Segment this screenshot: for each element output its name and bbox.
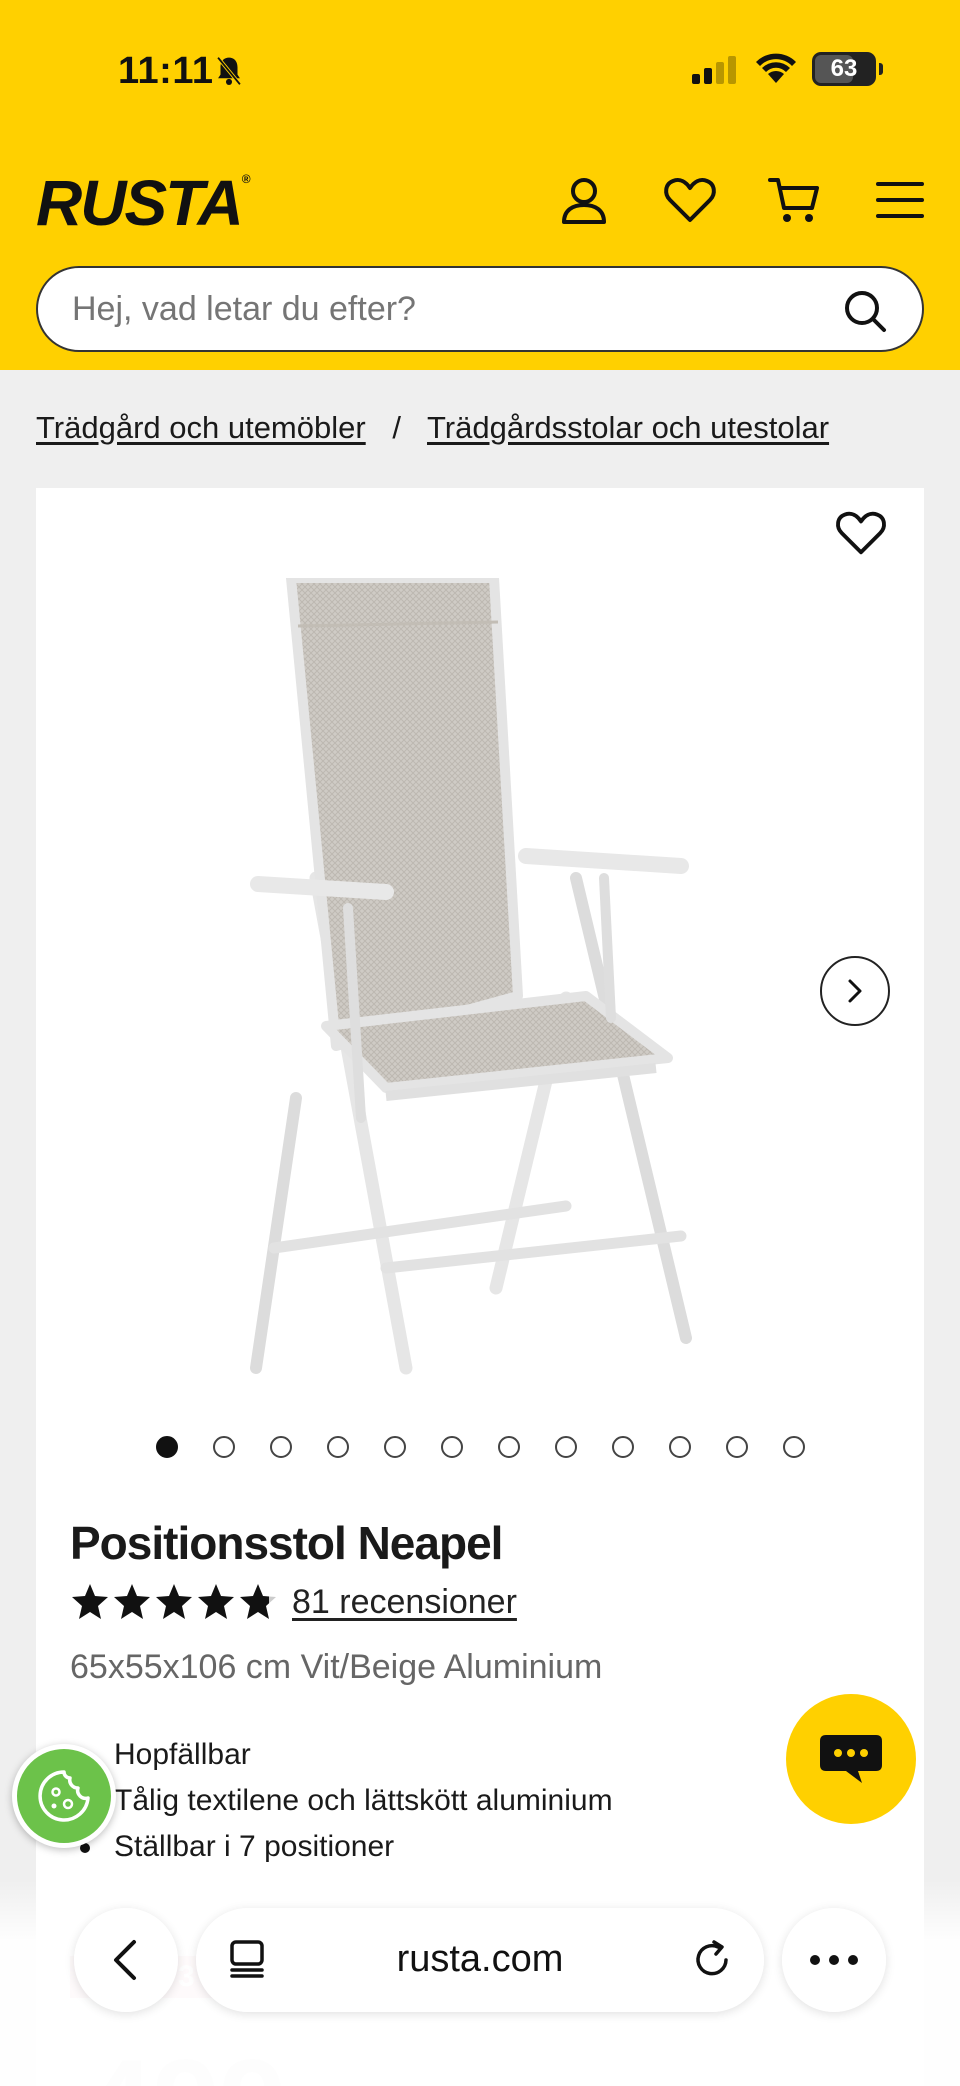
status-indicators: 63 [692, 52, 883, 86]
browser-back-button[interactable] [74, 1908, 178, 2012]
reload-icon[interactable] [690, 1938, 734, 1982]
address-bar[interactable]: rusta.com [196, 1908, 764, 2012]
rusta-logo[interactable]: RUSTA® [36, 166, 250, 240]
carousel-dot[interactable] [726, 1436, 748, 1458]
search-input[interactable] [72, 286, 832, 332]
image-carousel-dots [156, 1436, 805, 1458]
star-icon [156, 1584, 192, 1619]
cookie-icon [38, 1770, 90, 1822]
star-icon [240, 1584, 276, 1619]
breadcrumb: Trädgård och utemöbler / Trädgårdsstolar… [36, 410, 829, 446]
star-icon [198, 1584, 234, 1619]
reviews-link[interactable]: 81 recensioner [292, 1583, 517, 1622]
search-bar[interactable] [36, 266, 924, 352]
next-image-button[interactable] [820, 956, 890, 1026]
feature-item: Tålig textilene och lättskött aluminium [80, 1778, 613, 1824]
wifi-icon [756, 53, 796, 83]
account-icon[interactable] [556, 172, 612, 228]
chat-bubble-icon [820, 1735, 882, 1783]
battery-icon: 63 [812, 52, 883, 86]
wishlist-heart-icon[interactable] [662, 172, 718, 228]
feature-item: Ställbar i 7 positioner [80, 1824, 613, 1870]
carousel-dot[interactable] [441, 1436, 463, 1458]
carousel-dot[interactable] [384, 1436, 406, 1458]
star-icon [114, 1584, 150, 1619]
url-text: rusta.com [396, 1938, 564, 1980]
carousel-dot[interactable] [612, 1436, 634, 1458]
breadcrumb-link-garden-chairs[interactable]: Trädgårdsstolar och utestolar [427, 410, 829, 445]
product-subtitle: 65x55x106 cm Vit/Beige Aluminium [70, 1648, 603, 1686]
add-to-wishlist-heart-icon[interactable] [834, 506, 888, 560]
cart-icon[interactable] [766, 172, 822, 228]
carousel-dot[interactable] [327, 1436, 349, 1458]
chat-button[interactable] [786, 1694, 916, 1824]
star-icon [72, 1584, 108, 1619]
mute-bell-icon [216, 56, 242, 86]
feature-item: Hopfällbar [80, 1732, 613, 1778]
signal-icon [692, 56, 736, 84]
site-header: 11:11 63 RUSTA® [0, 0, 960, 370]
chevron-left-icon [114, 1940, 136, 1980]
browser-more-button[interactable] [782, 1908, 886, 2012]
rating-stars [70, 1582, 278, 1622]
product-image[interactable] [236, 578, 796, 1398]
search-icon[interactable] [842, 288, 888, 334]
product-title: Positionsstol Neapel [70, 1517, 503, 1569]
more-dots-icon [810, 1955, 858, 1965]
carousel-dot[interactable] [498, 1436, 520, 1458]
battery-level: 63 [830, 55, 858, 82]
carousel-dot[interactable] [270, 1436, 292, 1458]
logo-text: RUSTA [36, 167, 244, 239]
product-card: Positionsstol Neapel 81 recensioner 65x5… [36, 488, 924, 2086]
chevron-right-icon [848, 979, 862, 1003]
breadcrumb-separator: / [392, 410, 401, 445]
menu-hamburger-icon[interactable] [872, 172, 928, 228]
feature-list: Hopfällbar Tålig textilene och lättskött… [80, 1732, 613, 1870]
status-time: 11:11 [118, 50, 214, 92]
product-rating: 81 recensioner [70, 1582, 517, 1622]
breadcrumb-link-garden[interactable]: Trädgård och utemöbler [36, 410, 366, 445]
carousel-dot[interactable] [213, 1436, 235, 1458]
carousel-dot[interactable] [555, 1436, 577, 1458]
carousel-dot[interactable] [156, 1436, 178, 1458]
carousel-dot[interactable] [669, 1436, 691, 1458]
carousel-dot[interactable] [783, 1436, 805, 1458]
cookie-settings-button[interactable] [12, 1744, 116, 1848]
